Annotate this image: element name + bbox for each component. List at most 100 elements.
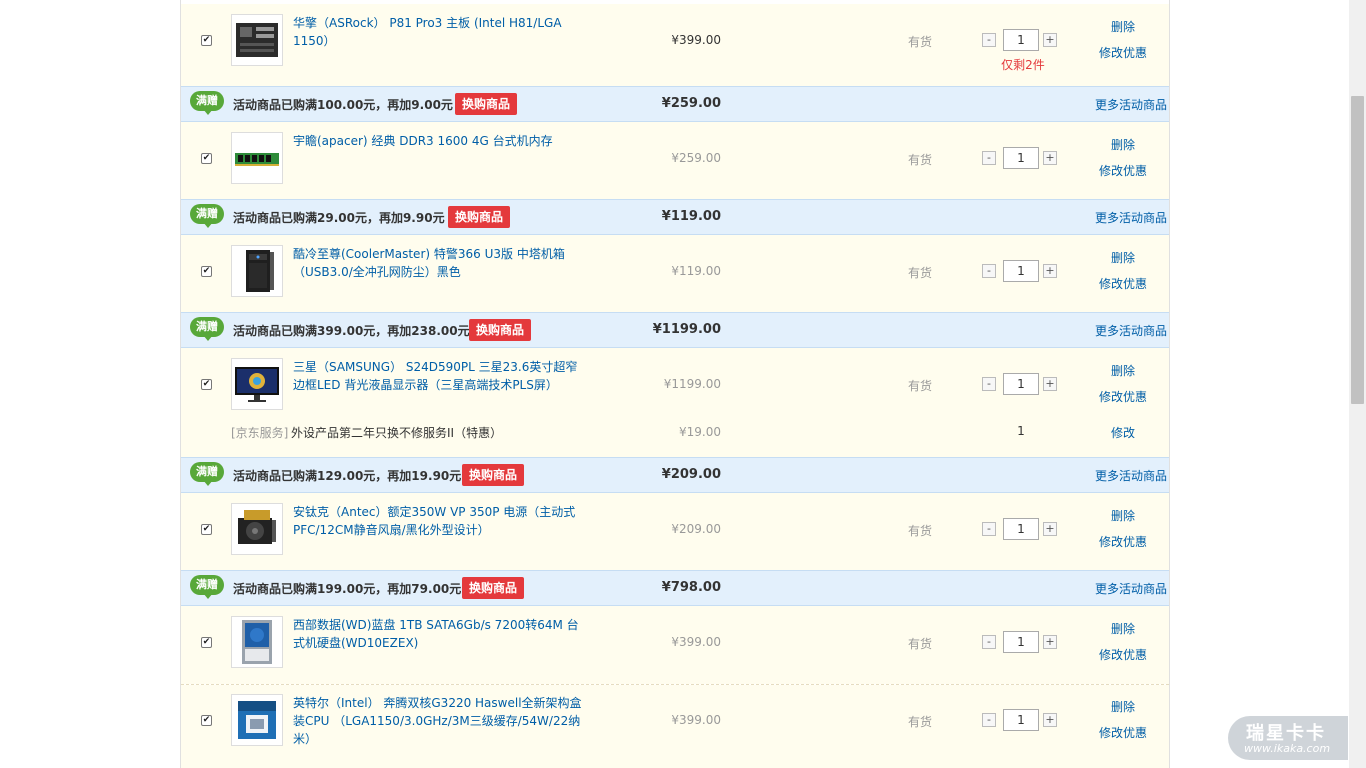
service-quantity: 1 — [1017, 424, 1025, 438]
hard-disk-image[interactable] — [231, 616, 283, 668]
item-checkbox[interactable]: ✔ — [201, 715, 212, 726]
delete-link[interactable]: 删除 — [1083, 616, 1163, 642]
gift-badge-label: 满赠 — [190, 91, 224, 111]
more-promo-link[interactable]: 更多活动商品 — [1071, 322, 1167, 339]
modify-promo-link[interactable]: 修改优惠 — [1083, 642, 1163, 668]
more-promo-link[interactable]: 更多活动商品 — [1071, 467, 1167, 484]
item-checkbox[interactable]: ✔ — [201, 524, 212, 535]
decrease-quantity-button[interactable]: - — [982, 713, 996, 727]
promo-total: ¥209.00 — [661, 467, 721, 482]
quantity-input[interactable]: 1 — [1003, 709, 1039, 731]
quantity-stepper: - 1 + — [982, 260, 1062, 282]
delete-link[interactable]: 删除 — [1083, 694, 1163, 720]
quantity-input[interactable]: 1 — [1003, 631, 1039, 653]
cpu-box-image[interactable] — [231, 694, 283, 746]
product-name-link[interactable]: 英特尔（Intel） 奔腾双核G3220 Haswell全新架构盒装CPU （L… — [293, 694, 585, 748]
more-promo-link[interactable]: 更多活动商品 — [1071, 209, 1167, 226]
quantity-stepper: - 1 + — [982, 373, 1062, 395]
item-actions: 删除 修改优惠 — [1083, 132, 1163, 184]
item-checkbox[interactable]: ✔ — [201, 379, 212, 390]
item-actions: 删除 修改优惠 — [1083, 245, 1163, 297]
motherboard-image[interactable] — [231, 14, 283, 66]
quantity-input[interactable]: 1 — [1003, 260, 1039, 282]
increase-quantity-button[interactable]: + — [1043, 713, 1057, 727]
stock-status: 有货 — [907, 266, 932, 280]
cart-item: ✔ 华擎（ASRock） P81 Pro3 主板 (Intel H81/LGA … — [181, 4, 1169, 86]
item-actions: 删除 修改优惠 — [1083, 358, 1163, 410]
decrease-quantity-button[interactable]: - — [982, 151, 996, 165]
quantity-stepper: - 1 + — [982, 709, 1062, 731]
decrease-quantity-button[interactable]: - — [982, 33, 996, 47]
delete-link[interactable]: 删除 — [1083, 358, 1163, 384]
product-name-link[interactable]: 宇瞻(apacer) 经典 DDR3 1600 4G 台式机内存 — [293, 132, 585, 150]
product-name-link[interactable]: 华擎（ASRock） P81 Pro3 主板 (Intel H81/LGA 11… — [293, 14, 585, 50]
swap-goods-button[interactable]: 换购商品 — [469, 319, 532, 341]
increase-quantity-button[interactable]: + — [1043, 635, 1057, 649]
product-name-link[interactable]: 三星（SAMSUNG） S24D590PL 三星23.6英寸超窄边框LED 背光… — [293, 358, 585, 394]
stock-status: 有货 — [907, 715, 932, 729]
cart-item: ✔ 英特尔（Intel） 奔腾双核G3220 Haswell全新架构盒装CPU … — [181, 685, 1169, 768]
quantity-input[interactable]: 1 — [1003, 29, 1039, 51]
more-promo-link[interactable]: 更多活动商品 — [1071, 96, 1167, 113]
delete-link[interactable]: 删除 — [1083, 245, 1163, 271]
swap-goods-button[interactable]: 换购商品 — [462, 577, 525, 599]
service-modify-link[interactable]: 修改 — [1083, 424, 1163, 441]
gift-badge: 满赠 — [190, 462, 224, 488]
product-name-link[interactable]: 安钛克（Antec）额定350W VP 350P 电源（主动式PFC/12CM静… — [293, 503, 585, 539]
delete-link[interactable]: 删除 — [1083, 503, 1163, 529]
power-supply-image[interactable] — [231, 503, 283, 555]
increase-quantity-button[interactable]: + — [1043, 33, 1057, 47]
gift-badge: 满赠 — [190, 91, 224, 117]
vertical-scrollbar[interactable] — [1349, 0, 1366, 768]
increase-quantity-button[interactable]: + — [1043, 264, 1057, 278]
product-price: ¥1199.00 — [663, 377, 721, 391]
delete-link[interactable]: 删除 — [1083, 132, 1163, 158]
swap-goods-button[interactable]: 换购商品 — [455, 93, 518, 115]
service-name: 外设产品第二年只换不修服务II（特惠） — [291, 426, 503, 440]
quantity-input[interactable]: 1 — [1003, 518, 1039, 540]
stock-status: 有货 — [907, 35, 932, 49]
increase-quantity-button[interactable]: + — [1043, 151, 1057, 165]
delete-link[interactable]: 删除 — [1083, 14, 1163, 40]
modify-promo-link[interactable]: 修改优惠 — [1083, 384, 1163, 410]
increase-quantity-button[interactable]: + — [1043, 522, 1057, 536]
modify-promo-link[interactable]: 修改优惠 — [1083, 271, 1163, 297]
promo-progress-text: 活动商品已购满29.00元，再加9.90元 — [233, 211, 445, 225]
cart-item: ✔ 安钛克（Antec）额定350W VP 350P 电源（主动式PFC/12C… — [181, 493, 1169, 570]
promo-progress-text: 活动商品已购满399.00元，再加238.00元 — [233, 324, 470, 338]
swap-goods-button[interactable]: 换购商品 — [448, 206, 511, 228]
memory-image[interactable] — [231, 132, 283, 184]
promo-progress-text: 活动商品已购满100.00元，再加9.00元 — [233, 98, 453, 112]
modify-promo-link[interactable]: 修改优惠 — [1083, 158, 1163, 184]
product-name-link[interactable]: 西部数据(WD)蓝盘 1TB SATA6Gb/s 7200转64M 台式机硬盘(… — [293, 616, 585, 652]
decrease-quantity-button[interactable]: - — [982, 635, 996, 649]
decrease-quantity-button[interactable]: - — [982, 377, 996, 391]
modify-promo-link[interactable]: 修改优惠 — [1083, 40, 1163, 66]
more-promo-link[interactable]: 更多活动商品 — [1071, 580, 1167, 597]
gift-badge: 满赠 — [190, 317, 224, 343]
swap-goods-button[interactable]: 换购商品 — [462, 464, 525, 486]
monitor-image[interactable] — [231, 358, 283, 410]
promo-bar: 满赠 活动商品已购满129.00元，再加19.90元 换购商品 ¥209.00 … — [181, 457, 1169, 493]
scrollbar-thumb[interactable] — [1351, 96, 1364, 404]
promo-progress-text: 活动商品已购满199.00元，再加79.00元 — [233, 582, 462, 596]
product-name-link[interactable]: 酷冷至尊(CoolerMaster) 特警366 U3版 中塔机箱（USB3.0… — [293, 245, 585, 281]
item-checkbox[interactable]: ✔ — [201, 266, 212, 277]
decrease-quantity-button[interactable]: - — [982, 264, 996, 278]
shopping-cart-list: ✔ 华擎（ASRock） P81 Pro3 主板 (Intel H81/LGA … — [180, 0, 1170, 768]
promo-total: ¥1199.00 — [652, 322, 721, 337]
item-checkbox[interactable]: ✔ — [201, 35, 212, 46]
pc-case-image[interactable] — [231, 245, 283, 297]
cart-item: ✔ 宇瞻(apacer) 经典 DDR3 1600 4G 台式机内存 ¥259.… — [181, 122, 1169, 199]
modify-promo-link[interactable]: 修改优惠 — [1083, 529, 1163, 555]
increase-quantity-button[interactable]: + — [1043, 377, 1057, 391]
decrease-quantity-button[interactable]: - — [982, 522, 996, 536]
quantity-input[interactable]: 1 — [1003, 147, 1039, 169]
promo-total: ¥119.00 — [661, 209, 721, 224]
item-checkbox[interactable]: ✔ — [201, 637, 212, 648]
cart-item: ✔ 三星（SAMSUNG） S24D590PL 三星23.6英寸超窄边框LED … — [181, 348, 1169, 457]
modify-promo-link[interactable]: 修改优惠 — [1083, 720, 1163, 746]
item-actions: 删除 修改优惠 — [1083, 14, 1163, 66]
item-checkbox[interactable]: ✔ — [201, 153, 212, 164]
quantity-input[interactable]: 1 — [1003, 373, 1039, 395]
